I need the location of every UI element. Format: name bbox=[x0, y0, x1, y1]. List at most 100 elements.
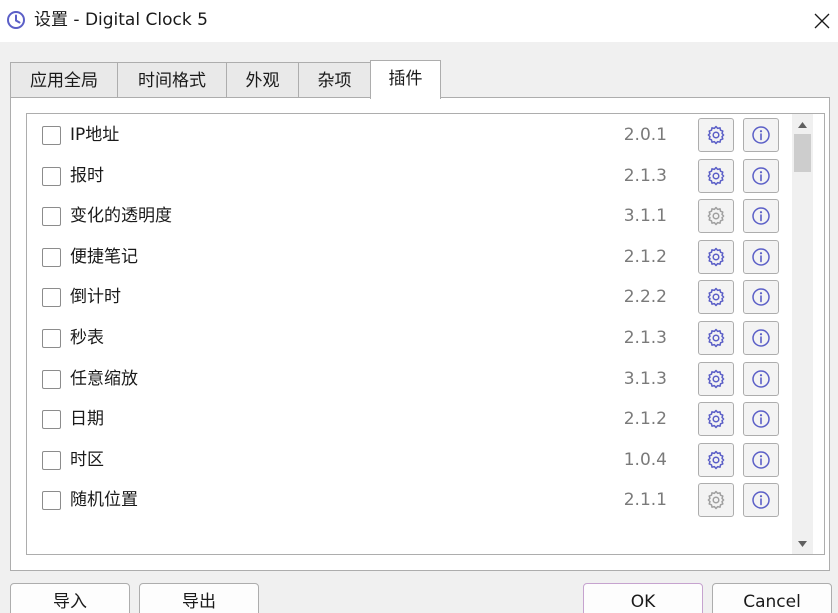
info-icon bbox=[752, 369, 770, 388]
plugin-version: 2.1.3 bbox=[623, 328, 667, 348]
scroll-down-button[interactable] bbox=[794, 535, 811, 552]
scrollbar-thumb[interactable] bbox=[794, 134, 811, 172]
info-icon bbox=[752, 166, 770, 185]
plugins-panel: IP地址 2.0.1 报时 2.1.3 变化的透明度 3.1.1 便捷笔记 2.1.2 倒计时 2… bbox=[10, 97, 830, 571]
arrow-down-icon bbox=[798, 540, 807, 547]
plugin-name: 秒表 bbox=[70, 328, 104, 348]
plugin-settings-button[interactable] bbox=[698, 280, 734, 315]
info-icon bbox=[752, 207, 770, 225]
plugin-row: IP地址 2.0.1 bbox=[27, 115, 793, 155]
plugin-enable-checkbox[interactable] bbox=[42, 491, 61, 511]
plugin-settings-button bbox=[698, 199, 734, 234]
gear-icon bbox=[707, 288, 725, 307]
plugin-row: 时区 1.0.4 bbox=[27, 440, 793, 480]
plugin-info-button[interactable] bbox=[743, 483, 779, 518]
plugin-name: IP地址 bbox=[70, 125, 120, 145]
plugin-row: 便捷笔记 2.1.2 bbox=[27, 237, 793, 277]
title-bar: 设置 - Digital Clock 5 bbox=[0, 0, 838, 42]
plugin-row: 秒表 2.1.3 bbox=[27, 318, 793, 358]
scrollbar[interactable] bbox=[792, 114, 813, 554]
window-title: 设置 - Digital Clock 5 bbox=[34, 10, 208, 30]
info-icon bbox=[752, 126, 770, 144]
plugin-name: 便捷笔记 bbox=[70, 246, 138, 267]
plugin-info-button[interactable] bbox=[743, 239, 779, 274]
plugin-name: 倒计时 bbox=[70, 287, 121, 308]
plugin-info-button[interactable] bbox=[743, 158, 779, 193]
gear-icon bbox=[707, 125, 725, 145]
plugin-row: 任意缩放 3.1.3 bbox=[27, 359, 793, 399]
plugin-settings-button[interactable] bbox=[698, 442, 734, 477]
plugin-enable-checkbox[interactable] bbox=[42, 410, 61, 430]
export-button[interactable]: 导出 bbox=[139, 583, 259, 613]
info-icon bbox=[752, 451, 770, 469]
plugin-name: 日期 bbox=[70, 409, 104, 430]
plugin-settings-button[interactable] bbox=[698, 402, 734, 437]
scroll-up-button[interactable] bbox=[794, 116, 811, 133]
plugin-version: 2.2.2 bbox=[623, 287, 667, 308]
tab-time-format[interactable]: 时间格式 bbox=[117, 62, 227, 98]
gear-icon bbox=[707, 369, 725, 388]
info-icon bbox=[752, 329, 770, 347]
plugin-name: 任意缩放 bbox=[70, 368, 138, 389]
plugin-version: 2.0.1 bbox=[623, 125, 667, 145]
info-icon bbox=[752, 491, 770, 510]
plugin-enable-checkbox[interactable] bbox=[42, 369, 61, 389]
plugin-version: 3.1.1 bbox=[623, 206, 667, 227]
info-icon bbox=[752, 410, 770, 428]
close-button[interactable] bbox=[806, 6, 838, 36]
tab-appearance[interactable]: 外观 bbox=[226, 62, 299, 98]
plugin-row: 日期 2.1.2 bbox=[27, 399, 793, 439]
plugin-version: 2.1.1 bbox=[623, 490, 667, 511]
plugin-enable-checkbox[interactable] bbox=[42, 450, 61, 470]
plugin-settings-button[interactable] bbox=[698, 158, 734, 193]
plugin-name: 变化的透明度 bbox=[70, 206, 172, 227]
plugin-settings-button[interactable] bbox=[698, 321, 734, 355]
plugin-row: 随机位置 2.1.1 bbox=[27, 480, 793, 520]
plugin-version: 1.0.4 bbox=[623, 449, 667, 470]
plugin-info-button[interactable] bbox=[743, 118, 779, 152]
clock-icon bbox=[7, 11, 25, 29]
cancel-button[interactable]: Cancel bbox=[712, 583, 832, 613]
plugin-info-button[interactable] bbox=[743, 402, 779, 437]
plugin-version: 3.1.3 bbox=[623, 368, 667, 389]
gear-icon bbox=[707, 409, 725, 429]
close-icon bbox=[814, 13, 830, 29]
info-icon bbox=[752, 248, 770, 266]
tab-app-global[interactable]: 应用全局 bbox=[10, 62, 118, 98]
tab-misc[interactable]: 杂项 bbox=[298, 62, 371, 98]
tab-plugins[interactable]: 插件 bbox=[370, 60, 441, 99]
plugin-list: IP地址 2.0.1 报时 2.1.3 变化的透明度 3.1.1 便捷笔记 2.1.2 倒计时 2… bbox=[26, 113, 825, 555]
arrow-up-icon bbox=[798, 121, 807, 128]
plugin-info-button[interactable] bbox=[743, 361, 779, 396]
plugin-info-button[interactable] bbox=[743, 280, 779, 315]
plugin-row: 变化的透明度 3.1.1 bbox=[27, 196, 793, 236]
plugin-version: 2.1.3 bbox=[623, 165, 667, 186]
gear-icon bbox=[707, 206, 725, 226]
gear-icon bbox=[707, 450, 725, 470]
plugin-settings-button[interactable] bbox=[698, 361, 734, 396]
plugin-settings-button[interactable] bbox=[698, 118, 734, 152]
gear-icon bbox=[707, 328, 725, 348]
gear-icon bbox=[707, 166, 725, 185]
plugin-enable-checkbox[interactable] bbox=[42, 329, 61, 348]
plugin-info-button[interactable] bbox=[743, 199, 779, 234]
plugin-version: 2.1.2 bbox=[623, 409, 667, 430]
plugin-info-button[interactable] bbox=[743, 442, 779, 477]
plugin-row: 报时 2.1.3 bbox=[27, 156, 793, 196]
plugin-enable-checkbox[interactable] bbox=[42, 126, 61, 145]
import-button[interactable]: 导入 bbox=[10, 583, 130, 613]
gear-icon bbox=[707, 491, 725, 510]
plugin-settings-button bbox=[698, 483, 734, 518]
info-icon bbox=[752, 288, 770, 307]
gear-icon bbox=[707, 247, 725, 267]
plugin-enable-checkbox[interactable] bbox=[42, 288, 61, 308]
plugin-info-button[interactable] bbox=[743, 321, 779, 355]
plugin-enable-checkbox[interactable] bbox=[42, 166, 61, 186]
plugin-enable-checkbox[interactable] bbox=[42, 207, 61, 227]
plugin-name: 报时 bbox=[70, 165, 104, 186]
plugin-settings-button[interactable] bbox=[698, 239, 734, 274]
plugin-row: 倒计时 2.2.2 bbox=[27, 277, 793, 317]
plugin-enable-checkbox[interactable] bbox=[42, 247, 61, 267]
ok-button[interactable]: OK bbox=[583, 583, 703, 613]
plugin-name: 随机位置 bbox=[70, 490, 138, 511]
